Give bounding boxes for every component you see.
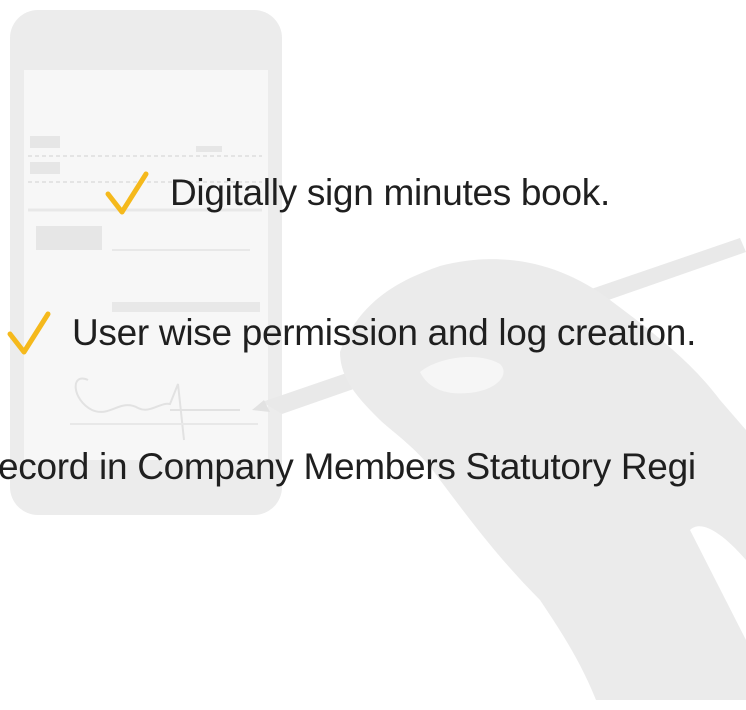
feature-text: Digitally sign minutes book.: [170, 171, 610, 213]
feature-item-statutory-register: ecord in Company Members Statutory Regi: [0, 448, 696, 485]
checkmark-icon: [7, 311, 51, 355]
feature-text: ecord in Company Members Statutory Regi: [0, 446, 696, 487]
feature-item-digital-sign: Digitally sign minutes book.: [104, 168, 610, 216]
feature-panel: Digitally sign minutes book. User wise p…: [0, 0, 746, 710]
checkmark-icon: [105, 171, 149, 215]
phone-illustration: [10, 10, 282, 515]
feature-item-permissions: User wise permission and log creation.: [6, 308, 696, 356]
feature-text: User wise permission and log creation.: [72, 311, 697, 353]
